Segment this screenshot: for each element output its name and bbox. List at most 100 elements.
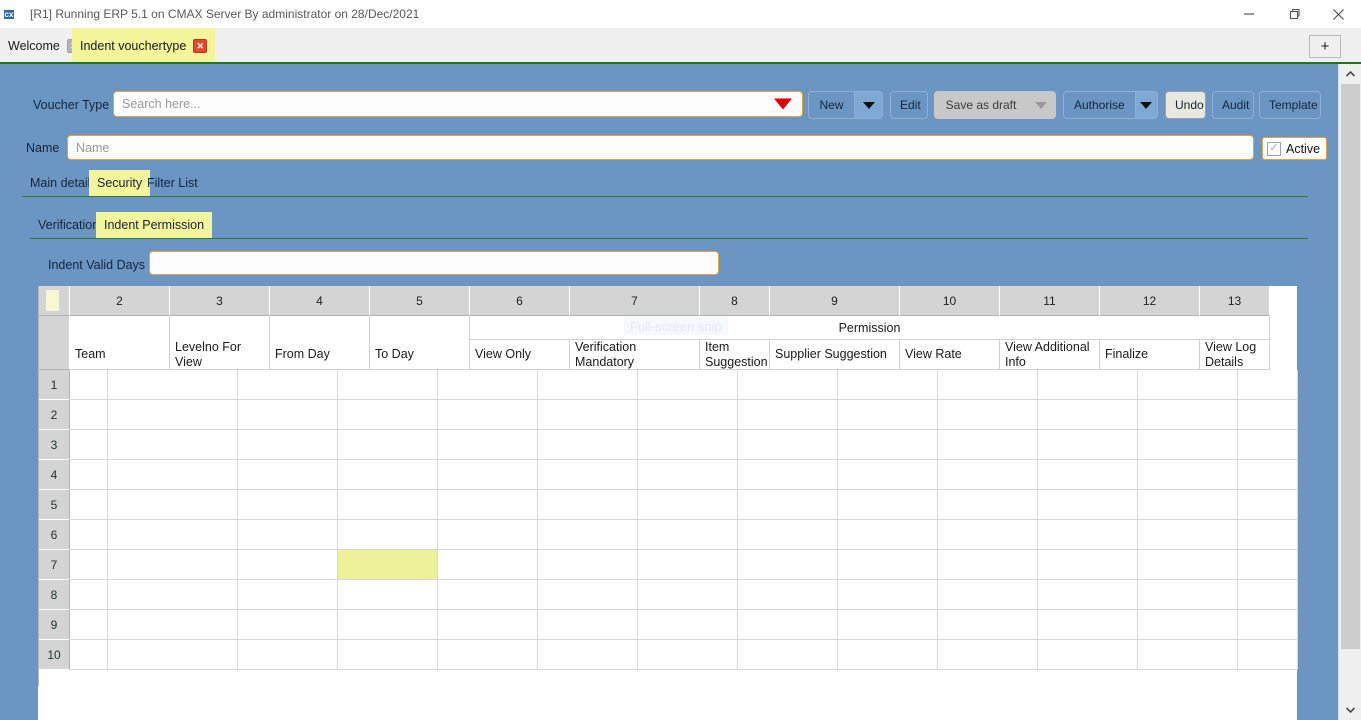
grid-cell[interactable] — [638, 490, 738, 520]
grid-cell[interactable] — [538, 610, 638, 640]
grid-cell[interactable] — [838, 370, 938, 400]
grid-cell[interactable] — [108, 520, 238, 550]
grid-cell[interactable] — [738, 490, 838, 520]
tab-indent-vouchertype-close-icon[interactable]: ✕ — [193, 39, 208, 53]
grid-cell[interactable] — [738, 610, 838, 640]
save-as-draft-button[interactable]: Save as draft — [934, 91, 1056, 119]
tab-indent-vouchertype[interactable]: Indent vouchertype ✕ — [72, 28, 216, 64]
scroll-down-icon[interactable] — [1339, 700, 1361, 720]
grid-cell[interactable] — [838, 550, 938, 580]
grid-cell[interactable] — [538, 430, 638, 460]
minimize-icon[interactable] — [1226, 0, 1271, 28]
grid-column-header[interactable]: Finalize — [1100, 340, 1200, 370]
grid-cell[interactable] — [838, 520, 938, 550]
grid-column-number-9[interactable]: 9 — [770, 286, 900, 316]
grid-cell[interactable] — [1138, 430, 1238, 460]
grid-cell[interactable] — [1138, 550, 1238, 580]
grid-cell[interactable] — [938, 460, 1038, 490]
grid-cell[interactable] — [1038, 430, 1138, 460]
grid-cell[interactable] — [738, 640, 838, 670]
grid-cell[interactable] — [1138, 400, 1238, 430]
grid-column-header[interactable]: Verification Mandatory — [570, 340, 700, 370]
grid-cell[interactable] — [938, 610, 1038, 640]
grid-cell[interactable] — [1038, 520, 1138, 550]
restore-icon[interactable] — [1271, 0, 1316, 28]
grid-cell[interactable] — [1038, 460, 1138, 490]
grid-cell[interactable] — [338, 430, 438, 460]
dropdown-arrow-icon[interactable] — [774, 98, 792, 110]
name-input[interactable]: Name — [67, 135, 1254, 160]
grid-cell[interactable] — [238, 520, 338, 550]
grid-cell[interactable] — [638, 580, 738, 610]
grid-cell[interactable] — [738, 460, 838, 490]
grid-column-header[interactable]: Team — [70, 340, 170, 370]
grid-cell[interactable] — [338, 610, 438, 640]
grid-cell[interactable] — [1138, 640, 1238, 670]
grid-cell[interactable] — [108, 430, 238, 460]
grid-cell[interactable] — [1038, 400, 1138, 430]
new-button[interactable]: New — [808, 91, 883, 119]
grid-row-header-8[interactable]: 8 — [39, 580, 70, 610]
grid-cell[interactable] — [338, 580, 438, 610]
new-tab-button[interactable]: + — [1309, 35, 1341, 58]
grid-cell[interactable] — [70, 520, 108, 550]
scrollbar-thumb[interactable] — [1341, 84, 1360, 649]
grid-column-number-8[interactable]: 8 — [700, 286, 770, 316]
close-icon[interactable] — [1316, 0, 1361, 28]
edit-button[interactable]: Edit — [890, 91, 928, 119]
grid-cell[interactable] — [238, 400, 338, 430]
voucher-type-search-input[interactable]: Search here... — [113, 91, 803, 117]
grid-cell[interactable] — [938, 400, 1038, 430]
grid-cell[interactable] — [438, 370, 538, 400]
grid-cell[interactable] — [438, 640, 538, 670]
grid-cell[interactable] — [738, 550, 838, 580]
grid-cell[interactable] — [70, 370, 108, 400]
grid-cell[interactable] — [738, 580, 838, 610]
grid-cell[interactable] — [938, 370, 1038, 400]
grid-cell[interactable] — [738, 400, 838, 430]
grid-cell[interactable] — [838, 400, 938, 430]
active-checkbox[interactable]: ✓ — [1267, 141, 1281, 156]
grid-column-number-7[interactable]: 7 — [570, 286, 700, 316]
tab-indent-permission[interactable]: Indent Permission — [96, 212, 213, 238]
grid-cell[interactable] — [838, 610, 938, 640]
grid-cell[interactable] — [1238, 460, 1298, 490]
grid-row-header-9[interactable]: 9 — [39, 610, 70, 640]
grid-cell[interactable] — [338, 520, 438, 550]
grid-cell[interactable] — [108, 490, 238, 520]
grid-cell[interactable] — [438, 460, 538, 490]
grid-row-header-6[interactable]: 6 — [39, 520, 70, 550]
grid-column-number-12[interactable]: 12 — [1100, 286, 1200, 316]
grid-cell[interactable] — [638, 640, 738, 670]
grid-cell[interactable] — [1038, 640, 1138, 670]
grid-cell[interactable] — [938, 490, 1038, 520]
grid-row-header-4[interactable]: 4 — [39, 460, 70, 490]
grid-cell[interactable] — [738, 520, 838, 550]
grid-cell[interactable] — [438, 520, 538, 550]
grid-cell[interactable] — [1238, 610, 1298, 640]
scroll-up-icon[interactable] — [1339, 64, 1361, 84]
grid-cell[interactable] — [1038, 490, 1138, 520]
grid-cell[interactable] — [1038, 550, 1138, 580]
grid-cell[interactable] — [1138, 490, 1238, 520]
tab-filter-list[interactable]: Filter List — [139, 170, 206, 196]
grid-cell[interactable] — [538, 640, 638, 670]
grid-cell[interactable] — [108, 640, 238, 670]
grid-cell[interactable] — [1138, 520, 1238, 550]
grid-cell[interactable] — [238, 460, 338, 490]
grid-cell[interactable] — [738, 430, 838, 460]
grid-cell[interactable] — [1238, 550, 1298, 580]
grid-cell[interactable] — [70, 640, 108, 670]
grid-column-header[interactable]: Supplier Suggestion — [770, 340, 900, 370]
grid-cell[interactable] — [538, 550, 638, 580]
grid-cell[interactable] — [838, 580, 938, 610]
grid-cell[interactable] — [70, 430, 108, 460]
grid-column-header[interactable]: View Only — [470, 340, 570, 370]
grid-cell-selected[interactable] — [338, 550, 438, 580]
grid-corner-cell[interactable] — [39, 286, 70, 316]
grid-cell[interactable] — [1138, 460, 1238, 490]
grid-cell[interactable] — [438, 610, 538, 640]
grid-cell[interactable] — [338, 640, 438, 670]
grid-cell[interactable] — [838, 640, 938, 670]
template-button[interactable]: Template — [1259, 91, 1321, 119]
